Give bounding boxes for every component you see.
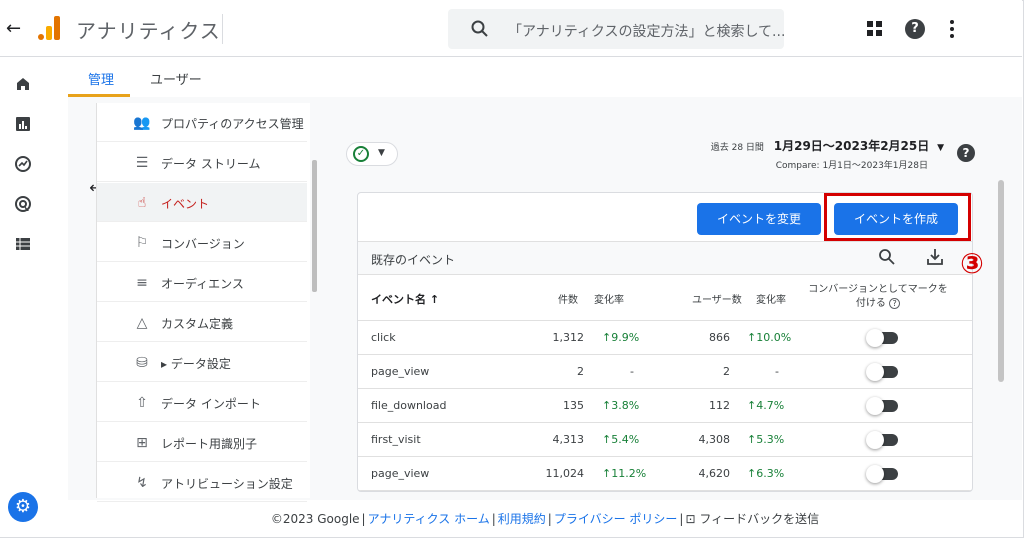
download-icon[interactable] [926,247,944,267]
nav-item-custom-definitions[interactable]: △ カスタム定義 [97,303,307,342]
column-header-count-change[interactable]: 変化率 [594,291,624,306]
nav-scrollbar[interactable] [312,160,317,292]
admin-gear-icon[interactable]: ⚙ [8,492,38,522]
check-circle-icon: ✓ [353,146,369,162]
streams-icon: ☰ [135,155,149,171]
attribution-icon: ↯ [136,475,148,491]
audience-icon: ≡ [136,275,148,291]
search-icon[interactable] [878,248,896,266]
people-icon: 👥 [133,115,151,131]
top-bar: ← アナリティクス 「アナリティクスの設定方法」と検索して... ? [0,0,1022,57]
back-arrow-icon[interactable]: ← [6,18,21,39]
column-header-conversion: コンバージョンとしてマークを 付ける ? [808,284,948,309]
touch-icon: ☝ [137,195,147,211]
column-header-users[interactable]: ユーザー数 [692,291,742,306]
app-title: アナリティクス [76,19,221,43]
date-range-prefix: 過去 28 日間 [710,143,764,153]
conversion-toggle[interactable] [866,397,898,415]
nav-item-conversions[interactable]: ⚐ コンバージョン [97,223,307,262]
advertising-icon[interactable] [14,195,32,213]
table-row[interactable]: first_visit 4,313 ↑5.4% 4,308 ↑5.3% [358,423,972,457]
compare-range: Compare: 1月1日～2023年1月28日 [775,161,928,171]
apps-grid-icon[interactable] [867,21,883,37]
reports-icon[interactable] [14,115,32,133]
footer-feedback[interactable]: フィードバックを送信 [699,512,819,526]
conversion-toggle[interactable] [866,363,898,381]
footer-link-privacy[interactable]: プライバシー ポリシー [554,512,678,526]
chevron-down-icon: ▼ [378,148,385,158]
nav-item-audiences[interactable]: ≡ オーディエンス [97,263,307,302]
more-vert-icon[interactable] [949,20,955,38]
column-header-count[interactable]: 件数 [558,291,578,306]
conversion-toggle[interactable] [866,329,898,347]
tab-user[interactable]: ユーザー [150,69,202,88]
table-header: イベント名 ↑ 件数 変化率 ユーザー数 変化率 コンバージョンとしてマークを … [358,275,972,321]
nav-item-reporting-identity[interactable]: ⊞ レポート用識別子 [97,423,307,462]
column-header-users-change[interactable]: 変化率 [756,291,786,306]
table-row[interactable]: page_view 11,024 ↑11.2% 4,620 ↑6.3% [358,457,972,491]
modify-event-button[interactable]: イベントを変更 [697,203,821,235]
date-range-picker[interactable]: 過去 28 日間 1月29日～2023年2月25日 ▼ Compare: 1月1… [711,137,944,171]
identifier-icon: ⊞ [136,435,148,451]
help-icon[interactable]: ? [957,144,975,162]
date-range: 1月29日～2023年2月25日 [773,139,930,153]
footer-link-analytics-home[interactable]: アナリティクス ホーム [368,512,490,526]
footer-link-terms[interactable]: 利用規約 [498,512,546,526]
table-row[interactable]: file_download 135 ↑3.8% 112 ↑4.7% [358,389,972,423]
info-icon[interactable]: ? [889,298,901,309]
nav-item-streams[interactable]: ☰ データ ストリーム [97,143,307,182]
home-icon[interactable] [14,75,32,93]
database-icon: ⛁ [136,355,148,371]
nav-item-access[interactable]: 👥 プロパティのアクセス管理 [97,103,307,142]
column-header-name[interactable]: イベント名 ↑ [371,291,439,307]
tab-bar: 管理 ユーザー [46,57,1022,97]
search-icon [471,20,488,37]
highlight-box [824,193,971,241]
search-bar[interactable]: 「アナリティクスの設定方法」と検索して... [448,9,786,49]
table-row[interactable]: page_view 2 - 2 - [358,355,972,389]
copyright: ©2023 Google [270,512,360,526]
left-rail [0,57,46,537]
conversion-toggle[interactable] [866,465,898,483]
step-badge: ③ [960,247,984,280]
table-title: 既存のイベント [371,253,456,267]
nav-item-events[interactable]: ☝ イベント [97,183,307,222]
main-scrollbar[interactable] [998,180,1004,382]
flag-icon: ⚐ [135,235,149,251]
search-placeholder: 「アナリティクスの設定方法」と検索して... [508,24,786,40]
property-nav: 👥 プロパティのアクセス管理 ☰ データ ストリーム ☝ イベント ⚐ コンバー… [96,103,310,502]
help-icon[interactable]: ? [905,19,925,39]
list-icon[interactable] [14,235,32,253]
table-row[interactable]: click 1,312 ↑9.9% 866 ↑10.0% [358,321,972,355]
feedback-icon: ⊡ [685,512,696,526]
tab-admin[interactable]: 管理 [88,69,114,88]
status-dropdown[interactable]: ✓ ▼ [346,142,398,166]
footer: ©2023 Google | アナリティクス ホーム | 利用規約 | プライバシー ポリシ… [270,512,820,526]
nav-item-attribution[interactable]: ↯ アトリビューション設定 [97,463,307,502]
nav-item-data-settings[interactable]: ⛁ ▸ データ設定 [97,343,307,382]
explore-icon[interactable] [14,155,32,173]
upload-icon: ⇧ [136,395,148,411]
nav-item-data-import[interactable]: ⇧ データ インポート [97,383,307,422]
chevron-down-icon: ▼ [937,143,944,153]
analytics-logo [38,16,62,40]
shapes-icon: △ [136,315,148,331]
title-divider [222,14,223,44]
table-toolbar: 既存のイベント [358,241,972,275]
conversion-toggle[interactable] [866,431,898,449]
